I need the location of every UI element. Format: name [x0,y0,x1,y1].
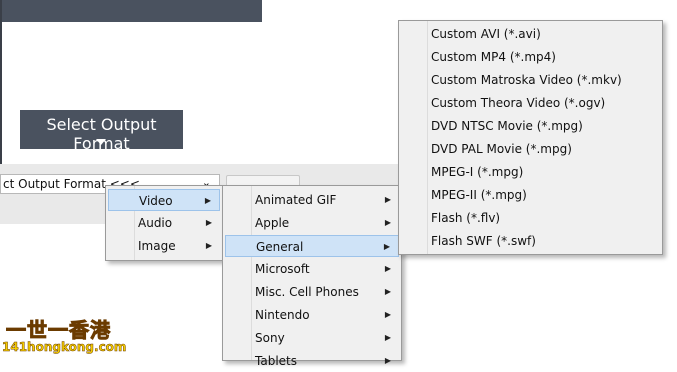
menu-item-label: Custom Matroska Video (*.mkv) [431,73,622,87]
menu-item-label: DVD NTSC Movie (*.mpg) [431,119,583,133]
window-left-edge [0,0,2,180]
menu-item-label: General [256,240,304,254]
general-submenu-item[interactable]: Custom MP4 (*.mp4) [401,46,660,68]
submenu-arrow-icon: ▶ [384,264,391,273]
menu-item-label: Video [139,194,173,208]
video-submenu-item[interactable]: Apple ▶ [225,212,399,234]
menu-item-label: Custom AVI (*.avi) [431,27,541,41]
submenu-arrow-icon: ▶ [204,196,211,205]
menu-item-label: Apple [255,216,290,230]
menu-item-label: Sony [255,331,285,345]
video-submenu-item[interactable]: Microsoft ▶ [225,258,399,280]
general-submenu-item[interactable]: DVD PAL Movie (*.mpg) [401,138,660,160]
menu-item-label: MPEG-I (*.mpg) [431,165,524,179]
submenu-arrow-icon: ▶ [384,333,391,342]
video-submenu-item[interactable]: Tablets ▶ [225,350,399,372]
general-submenu: Custom AVI (*.avi) Custom MP4 (*.mp4) Cust… [398,20,663,255]
submenu-arrow-icon: ▶ [383,242,390,251]
menu-item-label: Misc. Cell Phones [255,285,359,299]
submenu-arrow-icon: ▶ [384,195,391,204]
menu-item-label: DVD PAL Movie (*.mpg) [431,142,572,156]
select-output-format-button[interactable]: Select Output Format [20,110,183,153]
general-submenu-item[interactable]: MPEG-II (*.mpg) [401,184,660,206]
video-submenu-item[interactable]: Nintendo ▶ [225,304,399,326]
video-submenu: Animated GIF ▶ Apple ▶ General ▶ Microsoft ▶ Mis… [222,185,402,368]
category-menu: Video ▶ Audio ▶ Image ▶ [105,185,223,261]
submenu-arrow-icon: ▶ [384,356,391,365]
submenu-arrow-icon: ▶ [384,287,391,296]
watermark-line2: 141hongkong.com [2,340,127,355]
submenu-arrow-icon: ▶ [205,241,212,250]
category-menu-item[interactable]: Image ▶ [108,235,220,257]
general-submenu-item[interactable]: Flash (*.flv) [401,207,660,229]
general-submenu-item[interactable]: MPEG-I (*.mpg) [401,161,660,183]
menu-item-label: MPEG-II (*.mpg) [431,188,527,202]
menu-item-label: Nintendo [255,308,310,322]
video-submenu-item[interactable]: Animated GIF ▶ [225,189,399,211]
video-submenu-item[interactable]: Sony ▶ [225,327,399,349]
category-menu-item[interactable]: Video ▶ [108,189,220,211]
watermark-line1: 一世一香港 [6,318,111,343]
general-submenu-item[interactable]: Custom Theora Video (*.ogv) [401,92,660,114]
menu-item-label: Flash SWF (*.swf) [431,234,536,248]
submenu-arrow-icon: ▶ [205,218,212,227]
menu-item-label: Audio [138,216,173,230]
submenu-arrow-icon: ▶ [384,218,391,227]
video-submenu-item[interactable]: Misc. Cell Phones ▶ [225,281,399,303]
category-menu-item[interactable]: Audio ▶ [108,212,220,234]
general-submenu-item[interactable]: Custom AVI (*.avi) [401,23,660,45]
menu-item-label: Flash (*.flv) [431,211,501,225]
menu-item-label: Tablets [255,354,297,368]
top-dark-panel [0,0,262,22]
menu-item-label: Animated GIF [255,193,337,207]
select-output-format-label: Select Output Format [46,115,157,153]
menu-item-label: Image [138,239,176,253]
general-submenu-item[interactable]: Flash SWF (*.swf) [401,230,660,252]
general-submenu-item[interactable]: DVD NTSC Movie (*.mpg) [401,115,660,137]
general-submenu-item[interactable]: Custom Matroska Video (*.mkv) [401,69,660,91]
menu-item-label: Microsoft [255,262,310,276]
caret-down-icon [96,139,106,145]
menu-item-label: Custom MP4 (*.mp4) [431,50,556,64]
video-submenu-item[interactable]: General ▶ [225,235,399,257]
watermark-logo: 一世一香港 141hongkong.com [2,314,127,358]
submenu-arrow-icon: ▶ [384,310,391,319]
menu-item-label: Custom Theora Video (*.ogv) [431,96,606,110]
